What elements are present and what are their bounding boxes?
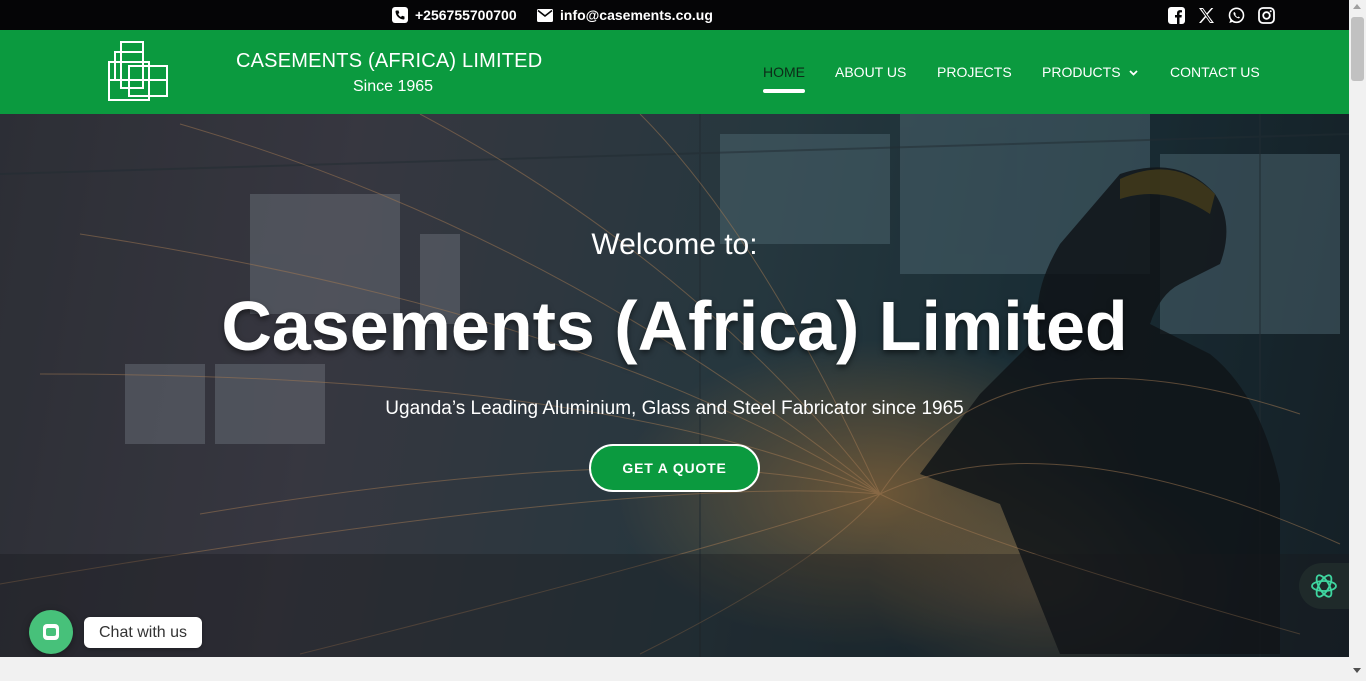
email-address[interactable]: info@casements.co.ug [560,7,713,23]
hero-welcome: Welcome to: [591,228,758,261]
nav-home[interactable]: HOME [763,64,805,80]
nav-products-label: PRODUCTS [1042,64,1121,80]
hero-tagline: Uganda’s Leading Aluminium, Glass and St… [385,398,964,419]
instagram-icon[interactable] [1257,4,1275,26]
top-bar: +256755700700 info@casements.co.ug [0,0,1349,30]
get-a-quote-button[interactable]: GET A QUOTE [589,444,760,492]
whatsapp-icon[interactable] [1227,4,1245,26]
main-nav: HOME ABOUT US PROJECTS PRODUCTS CONTACT … [0,64,1349,93]
page-scrollbar[interactable] [1349,0,1366,681]
scroll-up-arrow[interactable] [1353,4,1361,9]
chevron-down-icon [1128,70,1138,76]
email-contact[interactable]: info@casements.co.ug [537,0,713,30]
nav-products[interactable]: PRODUCTS [1042,64,1138,80]
below-fold-strip [0,657,1349,681]
chat-bubble-icon [43,624,59,640]
scroll-down-arrow[interactable] [1353,668,1361,673]
x-icon[interactable] [1197,4,1215,26]
hero-section: Welcome to: Casements (Africa) Limited U… [0,114,1349,657]
nav-contact-us[interactable]: CONTACT US [1170,64,1260,80]
facebook-icon[interactable] [1167,4,1185,26]
assistant-widget[interactable] [1299,563,1349,609]
chat-label[interactable]: Chat with us [84,617,203,648]
hero-headline: Casements (Africa) Limited [221,287,1128,365]
envelope-icon [537,8,553,22]
nav-about-us[interactable]: ABOUT US [835,64,906,80]
phone-number[interactable]: +256755700700 [415,7,517,23]
ai-assistant-icon [1311,574,1337,598]
chat-button[interactable] [29,610,73,654]
social-links [1167,4,1275,26]
phone-contact[interactable]: +256755700700 [392,0,517,30]
active-nav-indicator [763,89,805,93]
site-header: CASEMENTS (AFRICA) LIMITED Since 1965 HO… [0,30,1349,114]
phone-icon [392,7,408,23]
nav-projects[interactable]: PROJECTS [937,64,1012,80]
hero-overlay [0,114,1349,657]
scroll-thumb[interactable] [1351,17,1364,81]
